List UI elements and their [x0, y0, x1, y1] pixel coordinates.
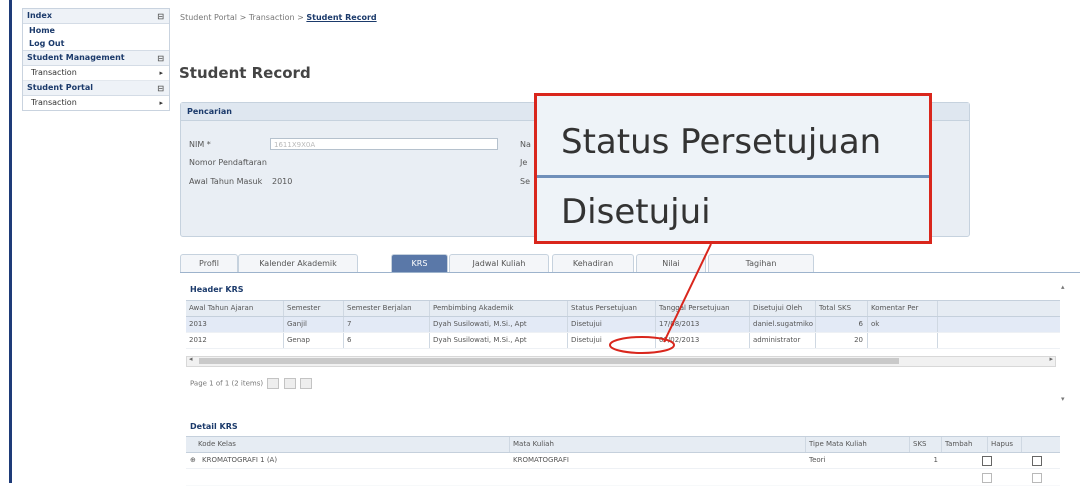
annotation-highlight-ellipse	[609, 336, 675, 354]
callout-divider	[537, 175, 929, 178]
zoom-callout: Status Persetujuan Disetujui	[534, 93, 932, 244]
callout-value: Disetujui	[561, 192, 711, 232]
annotation-pointer-line	[663, 243, 712, 343]
callout-label: Status Persetujuan	[561, 122, 882, 162]
